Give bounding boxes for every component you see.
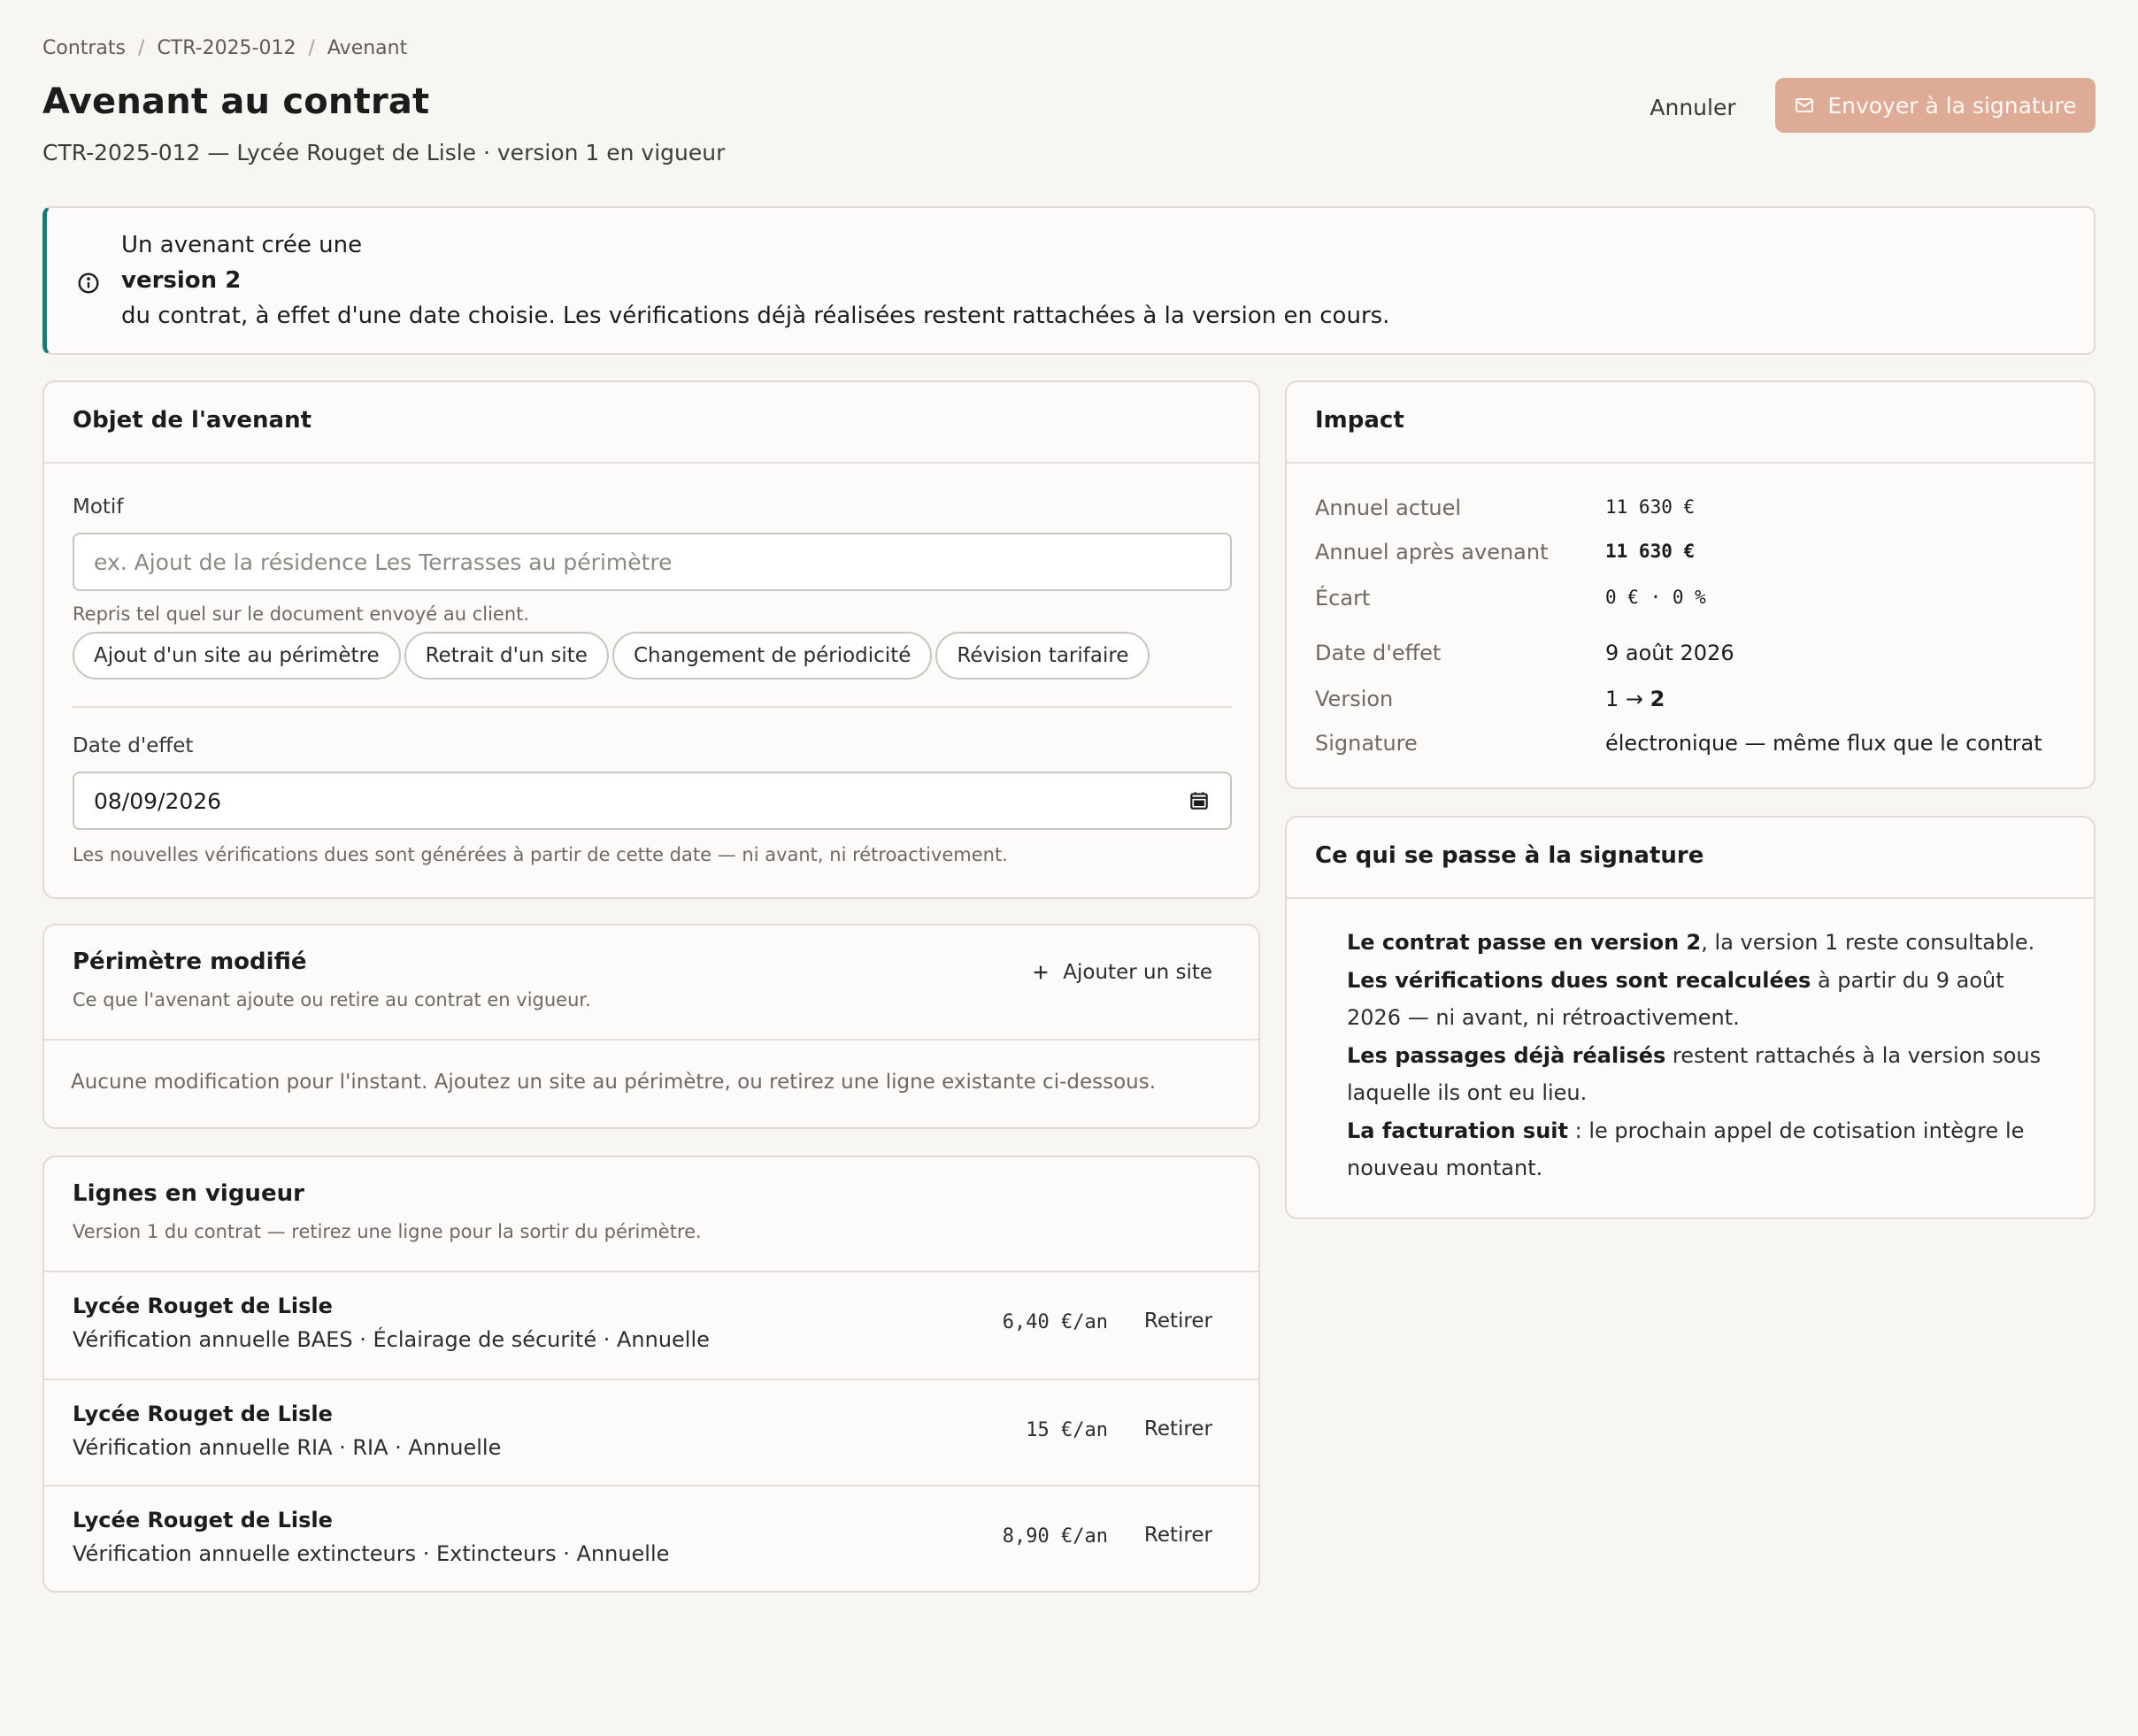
row-site-name: Lycée Rouget de Lisle <box>73 1508 333 1532</box>
add-site-button[interactable]: Ajouter un site <box>1031 961 1212 984</box>
perimetre-empty-state: Aucune modification pour l'instant. Ajou… <box>71 1071 1157 1094</box>
impact-card: Impact Annuel actuel 11 630 € Annuel apr… <box>1285 380 2096 789</box>
signature-info-list: Le contrat passe en version 2, la versio… <box>1347 924 2064 1187</box>
chip-changement-periodicite[interactable]: Changement de périodicité <box>611 632 933 680</box>
page-title: Avenant au contrat <box>42 81 430 122</box>
impact-date-label: Date d'effet <box>1315 641 1442 665</box>
calendar-icon[interactable] <box>1188 789 1211 812</box>
motif-label: Motif <box>73 495 124 518</box>
breadcrumb-separator: / <box>308 37 315 59</box>
remove-line-button[interactable]: Retirer <box>1144 1524 1212 1547</box>
impact-title: Impact <box>1315 407 1404 434</box>
row-description: Vérification annuelle BAES · Éclairage d… <box>73 1327 710 1352</box>
version-label: Version <box>1315 687 1394 711</box>
lignes-card: Lignes en vigueur Version 1 du contrat —… <box>42 1156 1260 1593</box>
lignes-subtitle: Version 1 du contrat — retirez une ligne… <box>73 1221 702 1242</box>
perimetre-title: Périmètre modifié <box>73 949 307 975</box>
ecart-label: Écart <box>1315 586 1371 611</box>
notice-bold: version 2 <box>121 267 242 294</box>
row-description: Vérification annuelle RIA · RIA · Annuel… <box>73 1435 502 1460</box>
impact-date-value: 9 août 2026 <box>1605 641 1734 665</box>
signature-label: Signature <box>1315 731 1418 756</box>
motif-input[interactable]: ex. Ajout de la résidence Les Terrasses … <box>73 533 1232 591</box>
perimetre-subtitle: Ce que l'avenant ajoute ou retire au con… <box>73 989 591 1010</box>
table-row: Lycée Rouget de Lisle Vérification annue… <box>44 1272 1258 1379</box>
signature-info-title: Ce qui se passe à la signature <box>1315 842 1704 869</box>
impact-header: Impact <box>1287 382 2094 464</box>
annuel-actuel-value: 11 630 € <box>1605 496 1696 518</box>
date-hint: Les nouvelles vérifications dues sont gé… <box>73 844 1008 865</box>
ecart-value: 0 € · 0 % <box>1605 587 1706 608</box>
plus-icon <box>1034 965 1048 979</box>
date-input[interactable]: 08/09/2026 <box>73 772 1232 830</box>
info-icon <box>78 273 99 294</box>
send-signature-label: Envoyer à la signature <box>1827 92 2077 119</box>
row-price: 8,90 €/an <box>1002 1525 1108 1548</box>
breadcrumb-contract[interactable]: CTR-2025-012 <box>157 37 296 59</box>
list-item: La facturation suit : le prochain appel … <box>1347 1118 2025 1181</box>
row-price: 6,40 €/an <box>1002 1311 1108 1333</box>
arrow-right-icon: → <box>1625 687 1644 711</box>
motif-hint: Repris tel quel sur le document envoyé a… <box>73 603 530 625</box>
info-notice: Un avenant crée une version 2 du contrat… <box>42 206 2096 355</box>
table-row: Lycée Rouget de Lisle Vérification annue… <box>44 1485 1258 1591</box>
chip-revision-tarifaire[interactable]: Révision tarifaire <box>935 632 1150 680</box>
version-from: 1 <box>1605 687 1619 711</box>
annuel-apres-label: Annuel après avenant <box>1315 540 1549 565</box>
breadcrumb: Contrats / CTR-2025-012 / Avenant <box>42 37 407 59</box>
notice-text: Un avenant crée une version 2 du contrat… <box>121 227 1389 334</box>
lignes-title: Lignes en vigueur <box>73 1180 304 1207</box>
signature-info-header: Ce qui se passe à la signature <box>1287 818 2094 899</box>
perimetre-header: Périmètre modifié Ce que l'avenant ajout… <box>44 926 1258 1041</box>
breadcrumb-current: Avenant <box>327 37 408 59</box>
row-site-name: Lycée Rouget de Lisle <box>73 1402 333 1426</box>
breadcrumb-separator: / <box>138 37 145 59</box>
row-price: 15 €/an <box>1026 1419 1108 1441</box>
signature-value: électronique — même flux que le contrat <box>1605 731 2042 756</box>
table-row: Lycée Rouget de Lisle Vérification annue… <box>44 1379 1258 1485</box>
row-description: Vérification annuelle extincteurs · Exti… <box>73 1541 670 1566</box>
divider <box>73 706 1232 708</box>
version-value: 1 → 2 <box>1605 687 1665 711</box>
list-item: Le contrat passe en version 2, la versio… <box>1347 930 2035 955</box>
breadcrumb-contrats[interactable]: Contrats <box>42 37 126 59</box>
motif-placeholder: ex. Ajout de la résidence Les Terrasses … <box>94 549 673 575</box>
version-to: 2 <box>1650 687 1665 711</box>
date-label: Date d'effet <box>73 734 194 757</box>
motif-chips: Ajout d'un site au périmètre Retrait d'u… <box>73 632 1150 680</box>
objet-title: Objet de l'avenant <box>73 407 312 434</box>
cancel-button[interactable]: Annuler <box>1627 83 1759 131</box>
send-signature-button[interactable]: Envoyer à la signature <box>1775 78 2096 133</box>
remove-line-button[interactable]: Retirer <box>1144 1310 1212 1333</box>
annuel-apres-value: 11 630 € <box>1605 541 1696 562</box>
list-item: Les passages déjà réalisés restent ratta… <box>1347 1042 2042 1106</box>
page-subtitle: CTR-2025-012 — Lycée Rouget de Lisle · v… <box>42 140 726 165</box>
row-site-name: Lycée Rouget de Lisle <box>73 1294 333 1318</box>
perimetre-card: Périmètre modifié Ce que l'avenant ajout… <box>42 924 1260 1129</box>
signature-info-card: Ce qui se passe à la signature Le contra… <box>1285 816 2096 1219</box>
notice-line2: du contrat, à effet d'une date choisie. … <box>121 303 1390 329</box>
objet-card: Objet de l'avenant Motif ex. Ajout de la… <box>42 380 1260 899</box>
annuel-actuel-label: Annuel actuel <box>1315 495 1462 520</box>
page: Contrats / CTR-2025-012 / Avenant Avenan… <box>0 0 2138 1736</box>
list-item: Les vérifications dues sont recalculées … <box>1347 967 2004 1031</box>
mail-icon <box>1796 98 1814 112</box>
remove-line-button[interactable]: Retirer <box>1144 1417 1212 1440</box>
objet-header: Objet de l'avenant <box>44 382 1258 464</box>
chip-ajout-site[interactable]: Ajout d'un site au périmètre <box>73 632 401 680</box>
notice-line1: Un avenant crée une <box>121 232 363 258</box>
date-value: 08/09/2026 <box>94 787 222 814</box>
lignes-header: Lignes en vigueur Version 1 du contrat —… <box>44 1157 1258 1272</box>
add-site-label: Ajouter un site <box>1063 961 1212 984</box>
chip-retrait-site[interactable]: Retrait d'un site <box>404 632 609 680</box>
